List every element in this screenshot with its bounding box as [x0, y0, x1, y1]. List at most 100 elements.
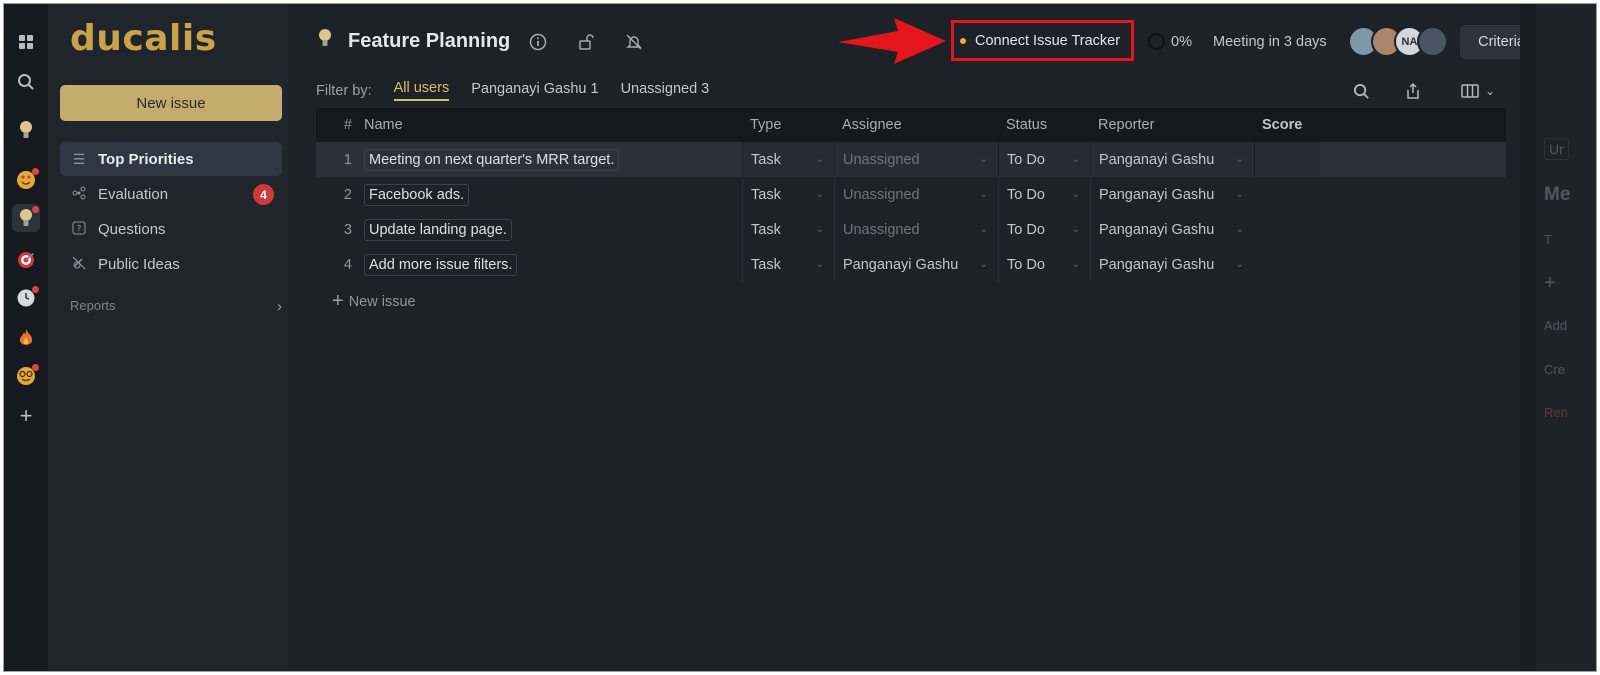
search-icon[interactable]	[1350, 80, 1372, 102]
svg-text:?: ?	[77, 224, 82, 234]
assignee-dropdown[interactable]: Unassigned ⌄	[834, 142, 998, 177]
reporter-dropdown[interactable]: Panganayi Gashu ⌄	[1090, 142, 1254, 177]
issue-name[interactable]: Facebook ads.	[364, 183, 470, 206]
type-value: Task	[751, 151, 781, 168]
target-icon[interactable]	[12, 246, 40, 274]
reports-label: Reports	[70, 298, 116, 313]
issue-name[interactable]: Add more issue filters.	[364, 253, 518, 276]
column-header-assignee[interactable]: Assignee	[834, 117, 998, 133]
reporter-dropdown[interactable]: Panganayi Gashu ⌄	[1090, 212, 1254, 247]
sidebar-item-evaluation[interactable]: Evaluation 4	[60, 177, 282, 211]
assignee-value: Unassigned	[843, 221, 920, 238]
filter-panganayi-gashu[interactable]: Panganayi Gashu 1	[471, 81, 598, 100]
table-row[interactable]: 2 Facebook ads. Task ⌄ Unassigned ⌄ To Do ⌄…	[316, 177, 1506, 212]
type-dropdown[interactable]: Task ⌄	[742, 212, 834, 247]
status-dropdown[interactable]: To Do ⌄	[998, 142, 1090, 177]
workspace-rail: +	[4, 4, 48, 671]
status-value: To Do	[1007, 151, 1045, 168]
bulb-icon[interactable]	[12, 116, 40, 144]
connect-issue-tracker-button[interactable]: Connect Issue Tracker	[951, 20, 1134, 61]
status-dropdown[interactable]: To Do ⌄	[998, 212, 1090, 247]
plus-icon[interactable]: +	[12, 402, 40, 430]
sidebar-item-public-ideas[interactable]: Public Ideas	[60, 247, 282, 281]
chevron-down-icon: ⌄	[815, 259, 824, 270]
table-row[interactable]: 1 Meeting on next quarter's MRR target. …	[316, 142, 1506, 177]
avatar[interactable]	[1417, 26, 1448, 57]
logo: ducalis	[70, 18, 217, 59]
issue-detail-panel: Ur Me T + Add Cre Ren	[1536, 4, 1596, 671]
notifications-off-icon[interactable]	[622, 30, 646, 54]
bulb-icon	[318, 28, 332, 54]
row-number: 1	[343, 151, 352, 168]
panel-fragment[interactable]: Ur	[1544, 138, 1569, 160]
column-header-type[interactable]: Type	[742, 117, 834, 133]
info-icon[interactable]	[526, 30, 550, 54]
chevron-right-icon: ›	[277, 298, 282, 315]
panel-fragment[interactable]: T	[1544, 232, 1552, 247]
panel-divider[interactable]	[1520, 4, 1536, 671]
filter-unassigned[interactable]: Unassigned 3	[621, 81, 710, 100]
type-dropdown[interactable]: Task ⌄	[742, 247, 834, 282]
type-dropdown[interactable]: Task ⌄	[742, 177, 834, 212]
issue-name[interactable]: Update landing page.	[364, 218, 512, 241]
broadcast-off-icon	[70, 256, 88, 273]
nerd-face-icon[interactable]	[12, 362, 40, 390]
columns-icon[interactable]: ⌄	[1456, 80, 1500, 102]
sidebar-item-label: Evaluation	[98, 185, 169, 203]
sidebar-item-label: Public Ideas	[98, 255, 180, 273]
column-header-reporter[interactable]: Reporter	[1090, 117, 1254, 133]
bulb-icon[interactable]	[12, 204, 40, 232]
panel-fragment[interactable]: +	[1544, 272, 1556, 295]
score-cell[interactable]	[1254, 142, 1320, 177]
filter-all-users[interactable]: All users	[393, 80, 450, 101]
reports-section[interactable]: Reports ›	[70, 298, 282, 315]
heart-eyes-icon[interactable]	[12, 166, 40, 194]
type-value: Task	[751, 221, 781, 238]
chevron-down-icon: ⌄	[979, 154, 988, 165]
status-dropdown[interactable]: To Do ⌄	[998, 177, 1090, 212]
status-dot	[960, 37, 966, 44]
search-icon[interactable]	[12, 68, 40, 96]
table-row[interactable]: 4 Add more issue filters. Task ⌄ Panganay…	[316, 247, 1506, 282]
chevron-down-icon: ⌄	[815, 154, 824, 165]
chevron-down-icon: ⌄	[1235, 224, 1244, 235]
issue-name[interactable]: Meeting on next quarter's MRR target.	[364, 148, 620, 171]
add-new-issue-link[interactable]: + New issue	[332, 290, 416, 313]
progress-ring-icon	[1148, 33, 1165, 50]
sidebar-item-questions[interactable]: ? Questions	[60, 212, 282, 246]
meeting-status[interactable]: Meeting in 3 days	[1213, 34, 1327, 50]
chevron-down-icon: ⌄	[979, 259, 988, 270]
unlock-icon[interactable]	[574, 30, 598, 54]
reporter-value: Panganayi Gashu	[1099, 186, 1215, 203]
column-header-status[interactable]: Status	[998, 117, 1090, 133]
progress-indicator[interactable]: 0%	[1148, 33, 1192, 50]
column-header-name[interactable]: Name	[360, 117, 742, 133]
assignee-dropdown[interactable]: Unassigned ⌄	[834, 177, 998, 212]
reporter-dropdown[interactable]: Panganayi Gashu ⌄	[1090, 177, 1254, 212]
panel-fragment[interactable]: Ren	[1544, 405, 1568, 420]
chevron-down-icon: ⌄	[979, 189, 988, 200]
grid-icon[interactable]	[12, 28, 40, 56]
clock-icon[interactable]	[12, 284, 40, 312]
member-avatars[interactable]: NA	[1348, 26, 1448, 57]
assignee-value: Panganayi Gashu	[843, 256, 959, 273]
table-row[interactable]: 3 Update landing page. Task ⌄ Unassigned ⌄…	[316, 212, 1506, 247]
assignee-dropdown[interactable]: Panganayi Gashu ⌄	[834, 247, 998, 282]
type-dropdown[interactable]: Task ⌄	[742, 142, 834, 177]
filter-label: Filter by:	[316, 82, 372, 99]
status-dropdown[interactable]: To Do ⌄	[998, 247, 1090, 282]
chevron-down-icon: ⌄	[1071, 154, 1080, 165]
sidebar-item-top-priorities[interactable]: ☰ Top Priorities	[60, 142, 282, 176]
panel-fragment: Me	[1544, 184, 1571, 205]
red-arrow-annotation	[838, 18, 946, 64]
reporter-dropdown[interactable]: Panganayi Gashu ⌄	[1090, 247, 1254, 282]
main-content: Feature Planning Connect Issue Tracker 0…	[288, 4, 1596, 671]
fire-icon[interactable]	[12, 324, 40, 352]
question-card-icon: ?	[70, 221, 88, 238]
assignee-dropdown[interactable]: Unassigned ⌄	[834, 212, 998, 247]
column-header-number[interactable]: #	[316, 117, 360, 133]
filter-bar: Filter by: All users Panganayi Gashu 1 U…	[316, 80, 731, 101]
share-icon[interactable]	[1402, 80, 1424, 102]
new-issue-button[interactable]: New issue	[60, 85, 282, 121]
column-header-score[interactable]: Score	[1254, 117, 1320, 133]
